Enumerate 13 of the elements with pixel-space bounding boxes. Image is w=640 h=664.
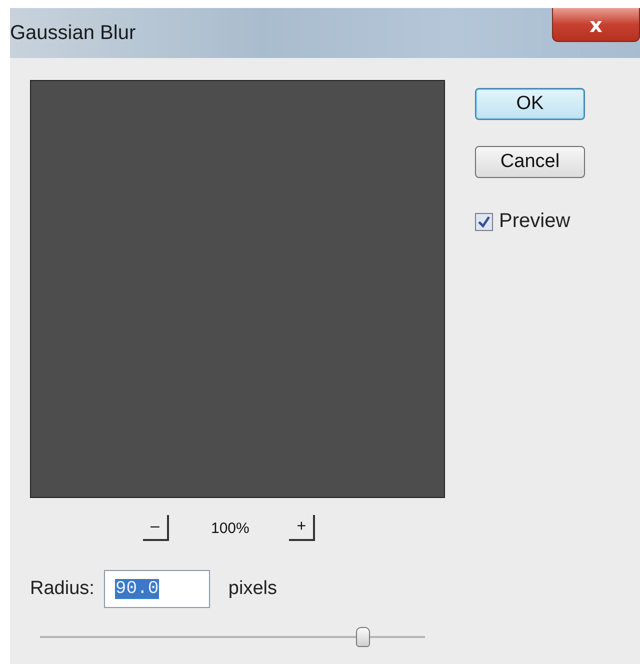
slider-thumb[interactable]: [356, 627, 370, 647]
unit-label: pixels: [228, 578, 277, 600]
zoom-level: 100%: [211, 520, 250, 536]
close-button[interactable]: x: [552, 8, 640, 42]
zoom-in-button[interactable]: +: [289, 515, 316, 541]
zoom-out-button[interactable]: –: [143, 515, 169, 541]
ok-button[interactable]: OK: [475, 88, 585, 120]
preview-label: Preview: [499, 210, 570, 233]
radius-field[interactable]: 90.0: [104, 570, 210, 608]
cancel-button[interactable]: Cancel: [475, 146, 585, 178]
window-title: Gaussian Blur: [10, 22, 136, 45]
radius-label: Radius:: [30, 578, 94, 600]
preview-checkbox[interactable]: [475, 212, 493, 230]
